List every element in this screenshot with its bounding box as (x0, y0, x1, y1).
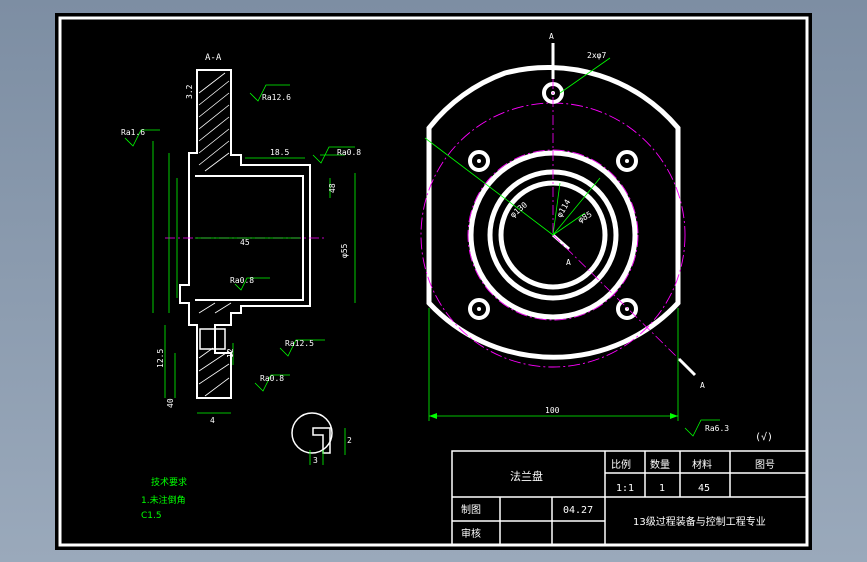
dia-85: φ85 (577, 210, 594, 225)
tech-req-title: 技术要求 (151, 476, 187, 488)
hdr-drawing-no: 图号 (755, 459, 775, 471)
hdr-qty: 数量 (650, 458, 670, 471)
scale-value: 1:1 (616, 483, 634, 494)
dim-48: 48 (328, 183, 337, 193)
dim-40: 40 (166, 398, 175, 408)
rough-0-8-c: Ra0.8 (260, 374, 284, 383)
rough-0-8-a: Ra0.8 (337, 148, 361, 157)
rough-12-5: Ra12.5 (285, 339, 314, 348)
holes-label: 2xφ7 (587, 51, 606, 60)
dim-18-5: 18.5 (270, 148, 289, 157)
section-view: A-A 3.2 Ra12.6 Ra1.6 Ra0.8 18.5 45 48 φ5… (121, 53, 361, 465)
drawn-date: 04.27 (563, 505, 593, 516)
cad-drawing: A-A 3.2 Ra12.6 Ra1.6 Ra0.8 18.5 45 48 φ5… (58, 16, 809, 547)
cut-mark-top: A (549, 32, 554, 41)
width-100: 100 (545, 406, 560, 415)
cut-mark-bottom: A (700, 381, 705, 390)
dim-3-2: 3.2 (185, 84, 194, 99)
cut-line-bottom (677, 357, 697, 377)
counterbore-hole (199, 328, 226, 350)
dim-12-5: 12.5 (156, 349, 165, 368)
detail-chamfer (312, 427, 331, 454)
plan-view: A A A 2xφ7 φ130 φ114 φ85 100 Ra6.3 (√) (420, 32, 773, 443)
dim-3: 3 (313, 456, 318, 465)
tech-req-item: 1.未注倒角 (141, 494, 186, 506)
dim-45: 45 (240, 238, 250, 247)
dim-4: 4 (210, 416, 215, 425)
checked-label: 审核 (461, 527, 481, 540)
hdr-material: 材料 (692, 458, 712, 471)
tech-req-chamfer: C1.5 (141, 511, 162, 521)
rough-1-6: Ra1.6 (121, 128, 145, 137)
material-value: 45 (698, 483, 710, 494)
rough-12-6: Ra12.6 (262, 93, 291, 102)
flange-outline (426, 64, 681, 360)
tolerance-55: φ55 (340, 243, 349, 258)
drawn-label: 制图 (461, 503, 481, 516)
general-roughness: Ra6.3 (705, 424, 729, 433)
detail-circle (291, 412, 333, 454)
drawing-sheet: A-A 3.2 Ra12.6 Ra1.6 Ra0.8 18.5 45 48 φ5… (55, 13, 812, 550)
section-label: A-A (205, 53, 222, 63)
qty-value: 1 (659, 483, 665, 494)
hdr-scale: 比例 (611, 458, 631, 471)
general-roughness-mark: (√) (755, 431, 773, 443)
cut-mark-center: A (566, 258, 571, 267)
dim-12: 12 (226, 348, 235, 358)
part-name: 法兰盘 (510, 469, 543, 483)
dim-2: 2 (347, 436, 352, 445)
rough-0-8-b: Ra0.8 (230, 276, 254, 285)
organization: 13级过程装备与控制工程专业 (633, 515, 766, 528)
